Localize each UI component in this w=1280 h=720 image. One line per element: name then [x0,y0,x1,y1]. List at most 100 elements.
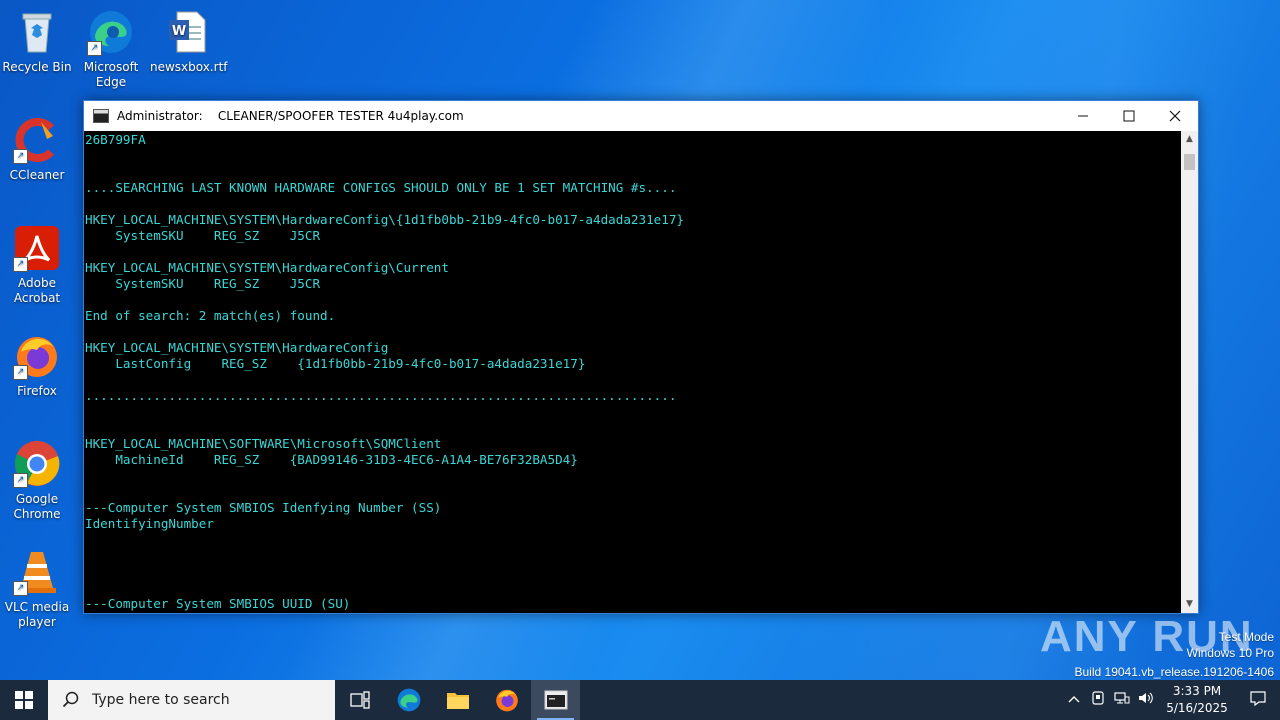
desktop-icon-label: VLC media player [4,600,70,629]
word-document-icon: W [163,8,211,56]
window-titlebar[interactable]: Administrator: CLEANER/SPOOFER TESTER 4u… [84,101,1198,131]
scroll-up-icon[interactable]: ▲ [1181,131,1198,148]
taskbar-console-button[interactable] [531,680,580,720]
desktop-icon-vlc[interactable]: ↗ VLC media player [0,548,74,630]
desktop-icon-adobe-acrobat[interactable]: ↗ Adobe Acrobat [0,224,74,306]
desktop-icon-ccleaner[interactable]: ↗ CCleaner [0,116,74,183]
taskbar: Type here to search 3:33 PM 5/16/2025 [0,680,1280,720]
system-tray: 3:33 PM 5/16/2025 [1062,680,1280,720]
notification-icon[interactable] [1236,690,1280,710]
search-icon [62,691,79,708]
shortcut-arrow-icon: ↗ [13,365,28,380]
taskbar-firefox-button[interactable] [482,680,531,720]
desktop-icon-label: Google Chrome [13,492,61,521]
windows-logo-icon [15,691,33,709]
desktop-icon-label: Microsoft Edge [83,60,139,89]
console-line: ....SEARCHING LAST KNOWN HARDWARE CONFIG… [85,180,677,195]
chrome-icon: ↗ [13,440,61,488]
scrollbar-thumb[interactable] [1184,154,1195,170]
shortcut-arrow-icon: ↗ [13,581,28,596]
taskbar-edge-button[interactable] [384,680,433,720]
window-title: Administrator: CLEANER/SPOOFER TESTER 4u… [117,109,464,123]
watermark-build: Build 19041.vb_release.191206-1406 [1074,665,1275,679]
console-line: ........................................… [85,388,677,403]
volume-icon[interactable] [1134,691,1158,709]
acrobat-icon: ↗ [13,224,61,272]
close-button[interactable] [1152,101,1198,131]
recycle-bin-icon [13,8,61,56]
task-view-icon [349,691,370,709]
taskbar-search-box[interactable]: Type here to search [48,680,335,720]
console-output[interactable]: 26B799FA ....SEARCHING LAST KNOWN HARDWAR… [84,131,1182,614]
desktop-icon-label: Recycle Bin [2,60,72,74]
console-scrollbar[interactable]: ▲ ▼ [1181,131,1198,613]
console-line: ---Computer System SMBIOS Idenfying Numb… [85,500,442,515]
edge-icon [397,688,420,712]
taskbar-file-explorer-button[interactable] [433,680,482,720]
console-line: IdentifyingNumber [85,516,214,531]
console-app-icon [544,690,567,710]
vlc-cone-icon: ↗ [13,548,61,596]
maximize-button[interactable] [1106,101,1152,131]
console-line: SystemSKU REG_SZ J5CR [85,276,321,291]
desktop-icon-google-chrome[interactable]: ↗ Google Chrome [0,440,74,522]
clock-time: 3:33 PM [1172,684,1222,698]
firefox-icon [495,689,518,712]
console-line: 26B799FA [85,132,146,147]
shortcut-arrow-icon: ↗ [13,473,28,488]
minimize-button[interactable] [1060,101,1106,131]
chevron-up-icon[interactable] [1062,693,1086,708]
start-button[interactable] [0,680,48,720]
console-cursor-line [85,612,1182,614]
shortcut-arrow-icon: ↗ [13,257,28,272]
network-icon[interactable] [1110,691,1134,709]
shortcut-arrow-icon: ↗ [87,41,102,56]
console-window[interactable]: Administrator: CLEANER/SPOOFER TESTER 4u… [83,100,1199,614]
firefox-icon: ↗ [13,332,61,380]
close-icon [1169,110,1181,122]
edge-icon: ↗ [87,8,135,56]
task-view-button[interactable] [335,680,384,720]
svg-text:W: W [172,24,186,39]
console-line: MachineId REG_SZ {BAD99146-31D3-4EC6-A1A… [85,452,578,467]
minimize-icon [1078,115,1088,117]
desktop-icon-label: Adobe Acrobat [13,276,61,305]
desktop-icon-edge[interactable]: ↗ Microsoft Edge [74,8,148,90]
console-line: HKEY_LOCAL_MACHINE\SOFTWARE\Microsoft\SQ… [85,436,442,451]
folder-icon [446,693,469,709]
console-app-icon [93,109,109,123]
desktop-icon-firefox[interactable]: ↗ Firefox [0,332,74,399]
search-placeholder: Type here to search [92,692,230,708]
console-line: SystemSKU REG_SZ J5CR [85,228,321,243]
taskbar-clock[interactable]: 3:33 PM 5/16/2025 [1158,683,1236,717]
maximize-icon [1123,110,1135,122]
desktop-icon-newsxbox[interactable]: W newsxbox.rtf [150,8,228,75]
console-line: End of search: 2 match(es) found. [85,308,336,323]
watermark-test-mode: Test Mode [1218,630,1274,644]
clock-date: 5/16/2025 [1166,701,1228,715]
ccleaner-icon: ↗ [13,116,61,164]
device-icon[interactable] [1086,691,1110,709]
console-line: HKEY_LOCAL_MACHINE\SYSTEM\HardwareConfig… [85,212,684,227]
shortcut-arrow-icon: ↗ [13,149,28,164]
desktop-icon-recycle-bin[interactable]: Recycle Bin [0,8,74,75]
console-line: HKEY_LOCAL_MACHINE\SYSTEM\HardwareConfig… [85,260,449,275]
desktop-icon-label: Firefox [17,384,57,398]
desktop-icon-label: CCleaner [9,168,65,182]
console-line: ---Computer System SMBIOS UUID (SU) [85,596,351,611]
desktop-icon-label: newsxbox.rtf [150,60,228,74]
scroll-down-icon[interactable]: ▼ [1181,596,1198,613]
